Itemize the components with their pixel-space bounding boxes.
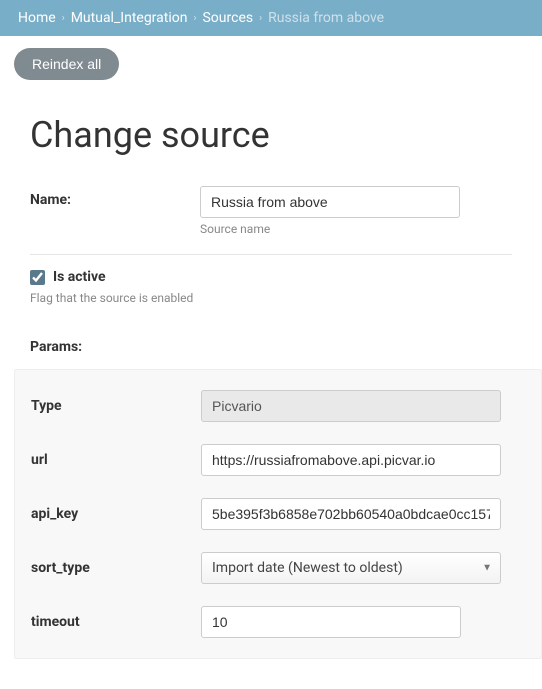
- sort-type-select[interactable]: Import date (Newest to oldest) ▼: [201, 552, 501, 584]
- sort-type-selected: Import date (Newest to oldest): [201, 552, 501, 584]
- is-active-help-text: Flag that the source is enabled: [30, 291, 512, 305]
- params-panel: Type url api_key sort_type Import date (…: [14, 369, 542, 659]
- url-input[interactable]: [201, 444, 501, 476]
- name-label: Name:: [30, 186, 200, 208]
- divider: [30, 254, 512, 255]
- reindex-all-button[interactable]: Reindex all: [14, 48, 119, 80]
- chevron-right-icon: ›: [193, 13, 196, 24]
- type-label: Type: [31, 398, 201, 414]
- param-type: Type: [31, 390, 525, 422]
- chevron-right-icon: ›: [259, 13, 262, 24]
- breadcrumb-home[interactable]: Home: [18, 10, 56, 26]
- breadcrumb-current: Russia from above: [268, 10, 384, 26]
- is-active-checkbox[interactable]: [30, 270, 45, 285]
- type-input: [201, 390, 501, 422]
- field-is-active: Is active: [30, 269, 512, 285]
- page-title: Change source: [30, 114, 512, 156]
- timeout-input[interactable]: [201, 606, 461, 638]
- breadcrumb-integration[interactable]: Mutual_Integration: [71, 10, 188, 26]
- param-timeout: timeout: [31, 606, 525, 638]
- timeout-label: timeout: [31, 614, 201, 630]
- param-api-key: api_key: [31, 498, 525, 530]
- field-name: Name: Source name: [30, 186, 512, 236]
- is-active-label: Is active: [53, 269, 106, 285]
- api-key-label: api_key: [31, 506, 201, 522]
- sort-type-label: sort_type: [31, 560, 201, 576]
- main-content: Change source Name: Source name Is activ…: [0, 92, 542, 689]
- name-help-text: Source name: [200, 222, 512, 236]
- breadcrumb-sources[interactable]: Sources: [202, 10, 253, 26]
- params-section-title: Params:: [30, 339, 512, 355]
- chevron-right-icon: ›: [62, 13, 65, 24]
- api-key-input[interactable]: [201, 498, 501, 530]
- param-sort-type: sort_type Import date (Newest to oldest)…: [31, 552, 525, 584]
- name-input[interactable]: [200, 186, 460, 218]
- breadcrumb: Home › Mutual_Integration › Sources › Ru…: [0, 0, 542, 36]
- param-url: url: [31, 444, 525, 476]
- url-label: url: [31, 452, 201, 468]
- toolbar: Reindex all: [0, 36, 542, 92]
